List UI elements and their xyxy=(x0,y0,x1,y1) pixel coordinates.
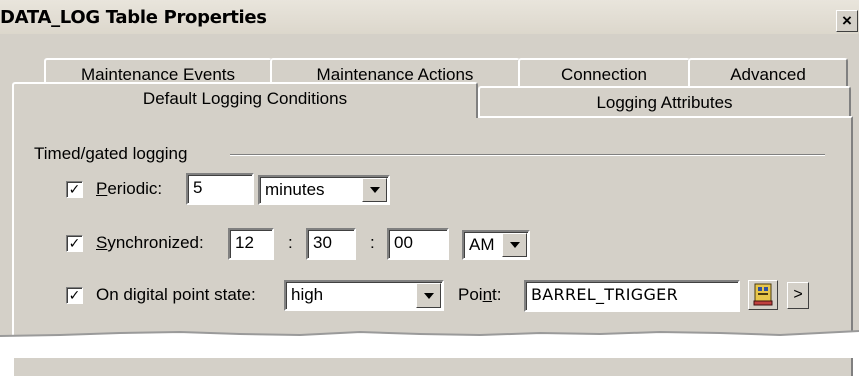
digital-state-value: high xyxy=(291,285,324,304)
tag-browser-icon xyxy=(753,283,773,306)
next-button[interactable]: > xyxy=(787,282,809,309)
tab-label: Advanced xyxy=(730,65,806,84)
tab-label: Connection xyxy=(560,65,647,84)
periodic-unit-select[interactable]: minutes xyxy=(258,175,390,205)
window-title: DATA_LOG Table Properties xyxy=(0,7,267,28)
tab-label: Logging Attributes xyxy=(596,93,733,112)
torn-edge-decoration xyxy=(0,330,859,358)
title-bar: DATA_LOG Table Properties × xyxy=(0,0,859,34)
time-separator: : xyxy=(370,233,375,252)
synchronized-label-accel: S xyxy=(96,233,108,252)
point-label-a: Poi xyxy=(458,285,483,304)
periodic-value-input[interactable]: 5 xyxy=(186,173,254,205)
periodic-label-accel: P xyxy=(96,179,108,198)
synchronized-label-rest: ynchronized: xyxy=(107,233,204,252)
sync-hours-input[interactable]: 12 xyxy=(228,228,274,260)
periodic-checkbox[interactable]: ✓ xyxy=(66,181,83,198)
point-label: Point: xyxy=(458,285,502,305)
digital-state-checkbox[interactable]: ✓ xyxy=(66,287,83,304)
digital-state-label: On digital point state: xyxy=(96,285,256,304)
point-input[interactable]: BARREL_TRIGGER xyxy=(524,280,740,312)
chevron-down-icon[interactable] xyxy=(502,233,527,257)
point-label-accel: n xyxy=(482,285,493,304)
tab-logging-attributes[interactable]: Logging Attributes xyxy=(478,86,851,118)
time-separator: : xyxy=(288,233,293,252)
sync-ampm-value: AM xyxy=(469,235,495,254)
chevron-down-icon[interactable] xyxy=(362,178,387,202)
point-label-c: t: xyxy=(492,285,502,304)
sync-minutes-input[interactable]: 30 xyxy=(306,228,356,260)
chevron-down-icon[interactable] xyxy=(416,283,441,308)
periodic-unit-value: minutes xyxy=(265,180,325,199)
synchronized-checkbox[interactable]: ✓ xyxy=(66,235,83,252)
periodic-label-rest: eriodic: xyxy=(107,179,163,198)
tag-browser-button[interactable] xyxy=(748,280,778,310)
tab-label: Default Logging Conditions xyxy=(142,89,348,108)
digital-state-select[interactable]: high xyxy=(284,280,444,311)
group-divider xyxy=(230,154,825,156)
sync-seconds-input[interactable]: 00 xyxy=(387,228,449,260)
group-title: Timed/gated logging xyxy=(34,144,188,163)
tab-default-logging-conditions[interactable]: Default Logging Conditions xyxy=(12,82,478,118)
periodic-label: Periodic: xyxy=(96,179,162,199)
close-button[interactable]: × xyxy=(836,10,858,32)
synchronized-label: Synchronized: xyxy=(96,233,204,253)
sync-ampm-select[interactable]: AM xyxy=(462,230,530,260)
